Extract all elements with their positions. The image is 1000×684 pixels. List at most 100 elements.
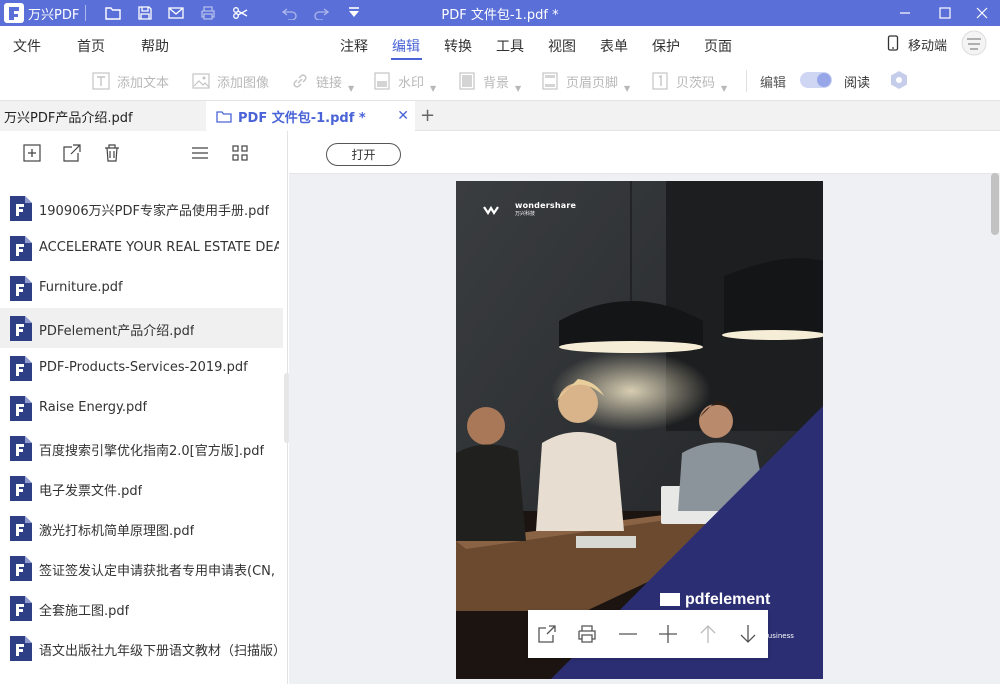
file-name: PDF-Products-Services-2019.pdf [39,360,248,375]
file-name: 全套施工图.pdf [39,604,130,619]
list-item[interactable]: 签证签发认定申请获批者专用申请表(CN, E... [0,548,283,588]
pdf-file-icon [10,516,32,541]
add-text-label: 添加文本 [117,75,170,91]
link-tool[interactable]: 链接 ▼ [290,70,354,93]
file-name: 签证签发认定申请获批者专用申请表(CN, E... [39,564,279,579]
file-name: PDFelement产品介绍.pdf [39,324,195,339]
toggle-knob [817,73,831,87]
tab-pdf-package[interactable]: PDF 文件包-1.pdf * ✕ [206,101,415,131]
toolbar-divider [746,70,747,92]
print-page-icon[interactable] [577,624,597,644]
hexagon-settings-icon[interactable] [889,70,909,90]
menu-bar: 文件 首页 帮助 注释 编辑 转换 工具 视图 表单 保护 页面 移动端 [0,26,1000,62]
list-item[interactable]: 激光打标机简单原理图.pdf [0,508,283,548]
header-footer-tool[interactable]: 页眉页脚 ▼ [540,70,630,93]
add-file-icon[interactable] [22,143,42,163]
pdf-file-icon [10,356,32,381]
mobile-phone-icon[interactable] [887,35,899,51]
document-tabs: 万兴PDF产品介绍.pdf PDF 文件包-1.pdf * ✕ + [0,100,1000,131]
background-tool[interactable]: 背景 ▼ [457,70,521,93]
save-icon[interactable] [135,3,155,23]
background-label: 背景 [483,75,510,91]
tab-label: PDF 文件包-1.pdf * [238,110,366,126]
background-dropdown-icon[interactable]: ▼ [515,84,521,93]
watermark-tool[interactable]: 水印 ▼ [372,70,436,93]
bates-tool[interactable]: 贝茨码 ▼ [650,70,727,93]
delete-icon[interactable] [102,143,122,163]
menu-file[interactable]: 文件 [13,36,41,56]
zoom-in-icon[interactable] [658,624,678,644]
list-item[interactable]: PDFelement产品介绍.pdf [0,308,283,348]
portfolio-sidebar: 190906万兴PDF专家产品使用手册.pdf ACCELERATE YOUR R… [0,131,288,684]
app-logo-icon [4,3,24,23]
list-item[interactable]: 全套施工图.pdf [0,588,283,628]
list-item[interactable]: 百度搜索引擎优化指南2.0[官方版].pdf [0,428,283,468]
extract-file-icon[interactable] [62,143,82,163]
add-image-tool[interactable]: 添加图像 [191,70,269,92]
close-tab-icon[interactable]: ✕ [397,108,409,124]
menu-help[interactable]: 帮助 [141,36,169,56]
avatar[interactable] [961,30,987,56]
bates-number-icon [650,71,670,91]
file-name: 语文出版社九年级下册语文教材（扫描版）... [39,644,279,659]
menu-home[interactable]: 首页 [77,36,105,56]
menu-protect[interactable]: 保护 [652,36,680,56]
file-name: 激光打标机简单原理图.pdf [39,524,195,539]
read-mode-label: 阅读 [844,76,871,91]
tab-pdf-intro[interactable]: 万兴PDF产品介绍.pdf [0,101,205,131]
mobile-link[interactable]: 移动端 [908,35,947,54]
open-button[interactable]: 打开 [326,143,401,166]
zoom-out-icon[interactable] [618,624,638,644]
close-window-button[interactable] [959,0,1000,26]
print-icon[interactable] [198,3,218,23]
list-item[interactable]: 语文出版社九年级下册语文教材（扫描版）... [0,628,283,668]
list-item[interactable]: 电子发票文件.pdf [0,468,283,508]
menu-view[interactable]: 视图 [548,36,576,56]
file-name: Furniture.pdf [39,280,123,295]
undo-icon[interactable] [280,3,300,23]
previous-page-icon[interactable] [698,624,718,644]
bates-dropdown-icon[interactable]: ▼ [721,84,727,93]
bates-label: 贝茨码 [676,75,716,91]
menu-form[interactable]: 表单 [600,36,628,56]
vertical-scrollbar[interactable] [991,173,999,235]
menu-tools[interactable]: 工具 [496,36,524,56]
list-item[interactable]: ACCELERATE YOUR REAL ESTATE DEAL... [0,228,283,268]
menu-comment[interactable]: 注释 [340,36,368,56]
list-item[interactable]: PDF-Products-Services-2019.pdf [0,348,283,388]
header-footer-dropdown-icon[interactable]: ▼ [624,84,630,93]
grid-view-icon[interactable] [230,143,250,163]
list-view-icon[interactable] [190,143,210,163]
add-tab-icon[interactable]: + [420,105,435,126]
menu-convert[interactable]: 转换 [444,36,472,56]
list-item[interactable]: Furniture.pdf [0,268,283,308]
sidebar-toolbar [0,131,288,175]
quick-access-dropdown-icon[interactable] [344,3,364,23]
menu-edit[interactable]: 编辑 [392,36,420,56]
redo-icon[interactable] [311,3,331,23]
export-icon[interactable] [537,624,557,644]
floating-page-toolbar [528,610,768,658]
pdfelement-wordmark: pdfelement [685,591,771,608]
scissors-icon[interactable] [230,3,250,23]
watermark-dropdown-icon[interactable]: ▼ [430,84,436,93]
text-box-icon [91,71,111,91]
add-image-label: 添加图像 [217,75,270,91]
open-folder-icon[interactable] [103,3,123,23]
list-item[interactable]: Raise Energy.pdf [0,388,283,428]
brand-name: wondershare [515,201,577,210]
pdf-file-icon [10,276,32,301]
list-item[interactable]: 190906万兴PDF专家产品使用手册.pdf [0,188,283,228]
title-divider [85,5,86,21]
link-dropdown-icon[interactable]: ▼ [348,84,354,93]
add-text-tool[interactable]: 添加文本 [91,70,169,92]
menu-page[interactable]: 页面 [704,36,732,56]
mail-icon[interactable] [166,3,186,23]
watermark-label: 水印 [398,75,425,91]
pdf-file-icon [10,396,32,421]
edit-read-toggle[interactable] [800,72,832,88]
brand-subtitle: 万兴科技 [515,211,536,217]
title-bar: 万兴PDF PDF 文件包-1.pdf * [0,0,1000,26]
next-page-icon[interactable] [738,624,758,644]
pdf-file-icon [10,596,32,621]
